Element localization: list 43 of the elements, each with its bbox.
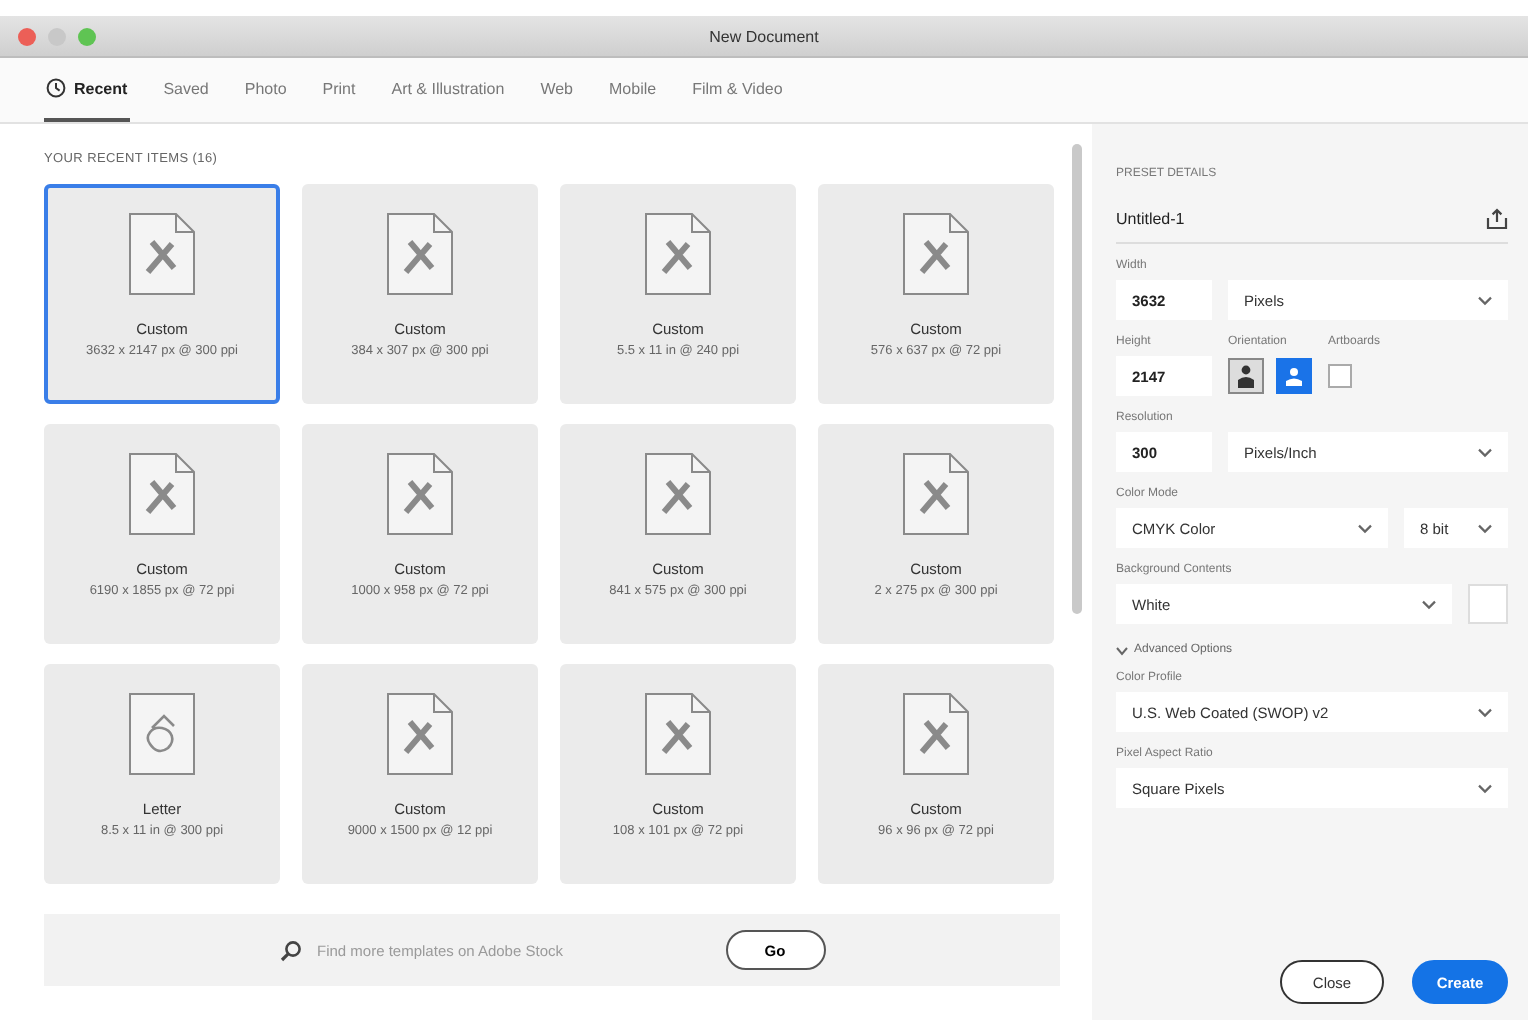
person-icon (1282, 366, 1306, 386)
chevron-icon (1358, 523, 1372, 533)
document-icon (644, 212, 712, 296)
chevron-icon (1478, 707, 1492, 717)
scrollbar[interactable] (1071, 144, 1081, 614)
document-icon (386, 692, 454, 776)
document-icon (128, 452, 196, 536)
tab[interactable]: Art & Illustration (389, 58, 507, 122)
document-icon (902, 212, 970, 296)
portrait-orientation-button[interactable] (1228, 358, 1264, 394)
tab[interactable]: Mobile (607, 58, 659, 122)
chevron-icon (1422, 599, 1436, 609)
color-swatch[interactable] (1468, 584, 1508, 624)
chevron-icon (1116, 645, 1128, 655)
tab[interactable]: Film & Video (690, 58, 785, 122)
chevron-icon (1478, 447, 1492, 457)
landscape-orientation-button[interactable] (1276, 358, 1312, 394)
document-icon (902, 692, 970, 776)
document-icon (902, 452, 970, 536)
chevron-icon (1478, 523, 1492, 533)
document-name-field[interactable]: Untitled-1 (1116, 210, 1185, 228)
document-icon (128, 212, 196, 296)
document-icon (644, 452, 712, 536)
document-icon (386, 212, 454, 296)
tab[interactable]: Print (320, 58, 358, 122)
document-icon (386, 452, 454, 536)
tab[interactable]: Web (538, 58, 576, 122)
close-window-button[interactable] (18, 27, 36, 45)
clock-icon (46, 78, 66, 98)
document-icon (128, 692, 196, 776)
search-icon (279, 939, 301, 961)
document-icon (644, 692, 712, 776)
zoom-window-button[interactable] (78, 27, 96, 45)
chevron-icon (1478, 783, 1492, 793)
chevron-icon (1478, 295, 1492, 305)
person-icon (1236, 364, 1256, 388)
artboards-checkbox[interactable] (1328, 364, 1352, 388)
minimize-window-button[interactable] (48, 27, 66, 45)
tab[interactable]: Recent (44, 58, 130, 122)
tab[interactable]: Photo (242, 58, 289, 122)
window-title: New Document (709, 27, 819, 45)
tab[interactable]: Saved (161, 58, 211, 122)
save-preset-icon[interactable] (1486, 208, 1508, 230)
